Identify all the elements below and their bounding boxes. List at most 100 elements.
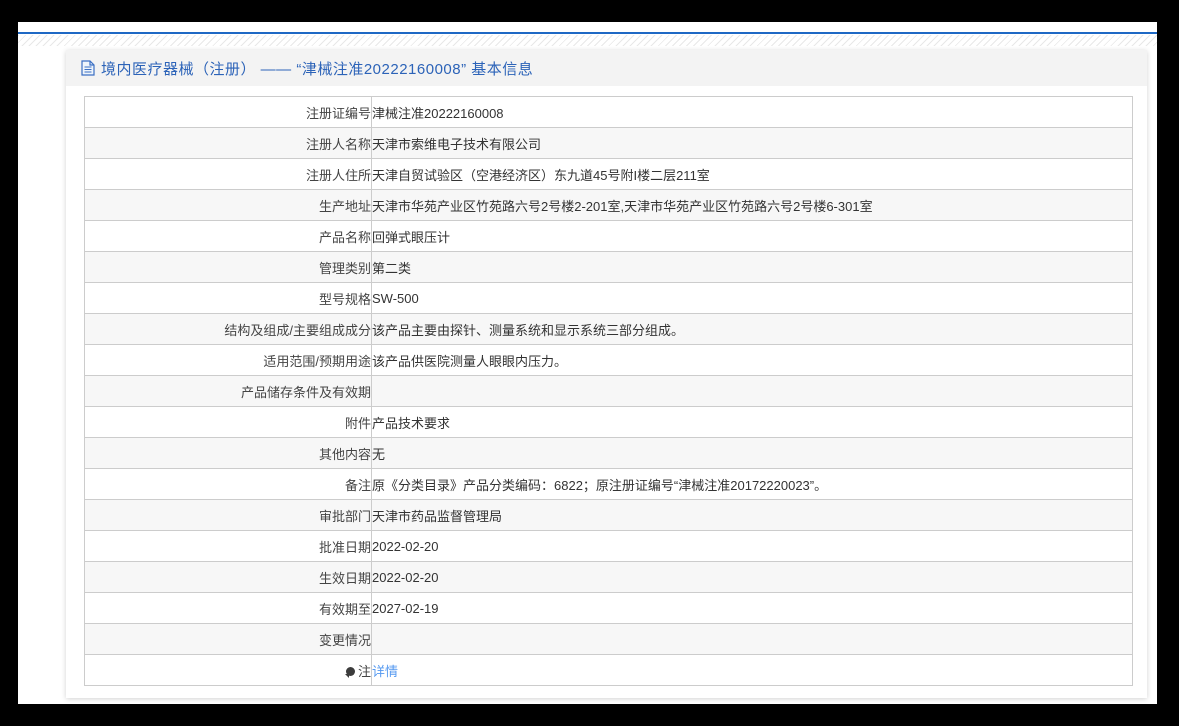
row-label-cell: 型号规格	[84, 282, 372, 314]
row-label: 备注	[344, 477, 371, 493]
row-value: 天津市华苑产业区竹苑路六号2号楼2-201室,天津市华苑产业区竹苑路六号2号楼6…	[372, 198, 873, 214]
row-label: 注册人名称	[305, 136, 371, 152]
browser-page: 境内医疗器械（注册） —— “津械注准20222160008” 基本信息 注册证…	[18, 22, 1157, 704]
row-value: 该产品供医院测量人眼眼内压力。	[372, 353, 568, 369]
table-row: 产品储存条件及有效期	[84, 375, 1133, 407]
row-label-cell: 结构及组成/主要组成成分	[84, 313, 372, 345]
row-label: 管理类别	[318, 260, 371, 276]
table-row: 注册人名称 天津市索维电子技术有限公司	[84, 127, 1133, 159]
row-label: 注册证编号	[305, 105, 371, 121]
row-value-cell: 无	[371, 437, 1133, 469]
table-row: 批准日期 2022-02-20	[84, 530, 1133, 562]
row-value-cell: 天津市索维电子技术有限公司	[371, 127, 1133, 159]
table-row: 产品名称 回弹式眼压计	[84, 220, 1133, 252]
row-value-cell	[371, 623, 1133, 655]
table-row: 结构及组成/主要组成成分 该产品主要由探针、测量系统和显示系统三部分组成。	[84, 313, 1133, 345]
row-label: 适用范围/预期用途	[263, 353, 371, 369]
row-value-cell: 天津市华苑产业区竹苑路六号2号楼2-201室,天津市华苑产业区竹苑路六号2号楼6…	[371, 189, 1133, 221]
row-label: 变更情况	[318, 632, 371, 648]
row-value-cell: 回弹式眼压计	[371, 220, 1133, 252]
row-label-cell: 生效日期	[84, 561, 372, 593]
row-value: 原《分类目录》产品分类编码：6822；原注册证编号“津械注准2017222002…	[372, 477, 828, 493]
row-value-cell: SW-500	[371, 282, 1133, 314]
table-row: 附件 产品技术要求	[84, 406, 1133, 438]
table-row: 生效日期 2022-02-20	[84, 561, 1133, 593]
row-value-cell: 2027-02-19	[371, 592, 1133, 624]
row-value: 2027-02-19	[372, 600, 439, 616]
registration-info-table: 注册证编号 津械注准20222160008 注册人名称 天津市索维电子技术有限公…	[84, 96, 1133, 686]
note-balloon-icon	[344, 666, 355, 678]
row-label-cell: 产品名称	[84, 220, 372, 252]
row-label: 有效期至	[318, 601, 371, 617]
page-title: 境内医疗器械（注册） —— “津械注准20222160008” 基本信息	[101, 60, 534, 78]
row-label-cell: 产品储存条件及有效期	[84, 375, 372, 407]
row-label-cell: 附件	[84, 406, 372, 438]
table-row: 备注 原《分类目录》产品分类编码：6822；原注册证编号“津械注准2017222…	[84, 468, 1133, 500]
row-value: 天津市药品监督管理局	[372, 508, 503, 524]
table-row: 注册证编号 津械注准20222160008	[84, 96, 1133, 128]
row-label-cell: 审批部门	[84, 499, 372, 531]
row-label-cell: 注册证编号	[84, 96, 372, 128]
details-link[interactable]: 详情	[373, 664, 399, 679]
row-value: 2022-02-20	[372, 569, 439, 585]
row-label: 注册人住所	[305, 167, 371, 183]
row-label: 结构及组成/主要组成成分	[224, 322, 371, 338]
row-value-cell: 天津市药品监督管理局	[371, 499, 1133, 531]
row-label: 生效日期	[318, 570, 371, 586]
row-value-cell: 该产品供医院测量人眼眼内压力。	[371, 344, 1133, 376]
row-value-cell: 产品技术要求	[371, 406, 1133, 438]
row-label-cell: 注	[84, 654, 372, 686]
table-row: 审批部门 天津市药品监督管理局	[84, 499, 1133, 531]
row-label: 附件	[344, 415, 371, 431]
row-label-cell: 适用范围/预期用途	[84, 344, 372, 376]
row-value: SW-500	[372, 290, 419, 306]
row-label: 产品名称	[318, 229, 371, 245]
row-value: 天津市索维电子技术有限公司	[372, 136, 542, 152]
table-row: 有效期至 2027-02-19	[84, 592, 1133, 624]
row-label-cell: 注册人住所	[84, 158, 372, 190]
row-value-cell: 原《分类目录》产品分类编码：6822；原注册证编号“津械注准2017222002…	[371, 468, 1133, 500]
row-value: 2022-02-20	[372, 538, 439, 554]
row-label: 生产地址	[318, 198, 371, 214]
row-value-cell	[371, 375, 1133, 407]
row-label-cell: 备注	[84, 468, 372, 500]
row-label-cell: 其他内容	[84, 437, 372, 469]
row-value: 该产品主要由探针、测量系统和显示系统三部分组成。	[372, 322, 685, 338]
table-row: 注册人住所 天津自贸试验区（空港经济区）东九道45号附I楼二层211室	[84, 158, 1133, 190]
row-value: 津械注准20222160008	[372, 105, 504, 121]
panel-header: 境内医疗器械（注册） —— “津械注准20222160008” 基本信息	[66, 50, 1147, 86]
row-label-cell: 变更情况	[84, 623, 372, 655]
row-value: 天津自贸试验区（空港经济区）东九道45号附I楼二层211室	[372, 167, 710, 183]
document-icon	[81, 60, 95, 76]
row-value: 第二类	[372, 260, 412, 276]
row-label: 型号规格	[318, 291, 371, 307]
row-label: 审批部门	[318, 508, 371, 524]
row-label-cell: 管理类别	[84, 251, 372, 283]
row-value-cell: 天津自贸试验区（空港经济区）东九道45号附I楼二层211室	[371, 158, 1133, 190]
table-row: 生产地址 天津市华苑产业区竹苑路六号2号楼2-201室,天津市华苑产业区竹苑路六…	[84, 189, 1133, 221]
row-value-cell: 2022-02-20	[371, 561, 1133, 593]
row-value: 产品技术要求	[372, 415, 451, 431]
table-row: 变更情况	[84, 623, 1133, 655]
row-value: 回弹式眼压计	[372, 229, 451, 245]
table-row: 管理类别 第二类	[84, 251, 1133, 283]
row-label-cell: 批准日期	[84, 530, 372, 562]
row-value-cell: 津械注准20222160008	[371, 96, 1133, 128]
row-label: 批准日期	[318, 539, 371, 555]
row-label-cell: 有效期至	[84, 592, 372, 624]
row-value-cell: 详情	[371, 654, 1133, 686]
diagonal-hatch-strip	[18, 35, 1157, 46]
row-value-cell: 第二类	[371, 251, 1133, 283]
row-value-cell: 2022-02-20	[371, 530, 1133, 562]
accent-divider-line	[18, 32, 1157, 34]
registration-info-panel: 境内医疗器械（注册） —— “津械注准20222160008” 基本信息 注册证…	[66, 50, 1147, 698]
row-label: 产品储存条件及有效期	[240, 384, 371, 400]
row-label: 其他内容	[318, 446, 371, 462]
row-label: 注	[357, 663, 371, 679]
row-value-cell: 该产品主要由探针、测量系统和显示系统三部分组成。	[371, 313, 1133, 345]
table-row: 注 详情	[84, 654, 1133, 686]
table-row: 其他内容 无	[84, 437, 1133, 469]
row-label-cell: 生产地址	[84, 189, 372, 221]
table-row: 适用范围/预期用途 该产品供医院测量人眼眼内压力。	[84, 344, 1133, 376]
row-value: 无	[372, 446, 386, 462]
